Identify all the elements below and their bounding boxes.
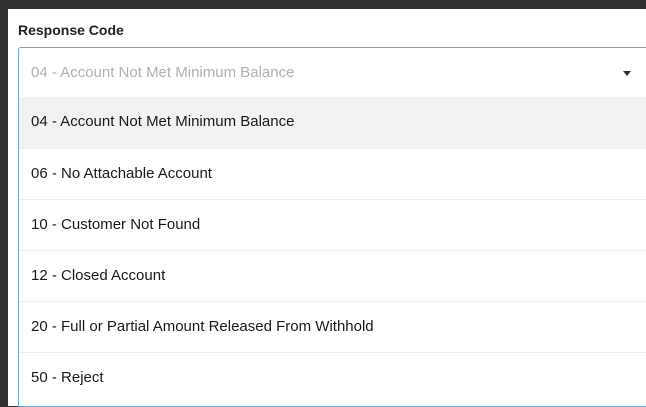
response-code-label: Response Code [18,22,124,38]
option-04[interactable]: 04 - Account Not Met Minimum Balance [19,97,646,148]
option-06[interactable]: 06 - No Attachable Account [19,148,646,199]
option-20[interactable]: 20 - Full or Partial Amount Released Fro… [19,301,646,352]
option-10[interactable]: 10 - Customer Not Found [19,199,646,250]
select-current-value: 04 - Account Not Met Minimum Balance [31,64,295,81]
response-code-select[interactable]: 04 - Account Not Met Minimum Balance [18,47,646,97]
option-50[interactable]: 50 - Reject [19,352,646,403]
caret-down-icon[interactable] [623,71,631,76]
option-12[interactable]: 12 - Closed Account [19,250,646,301]
response-code-panel: Response Code 04 - Account Not Met Minim… [8,9,646,407]
response-code-options: 04 - Account Not Met Minimum Balance 06 … [18,97,646,407]
